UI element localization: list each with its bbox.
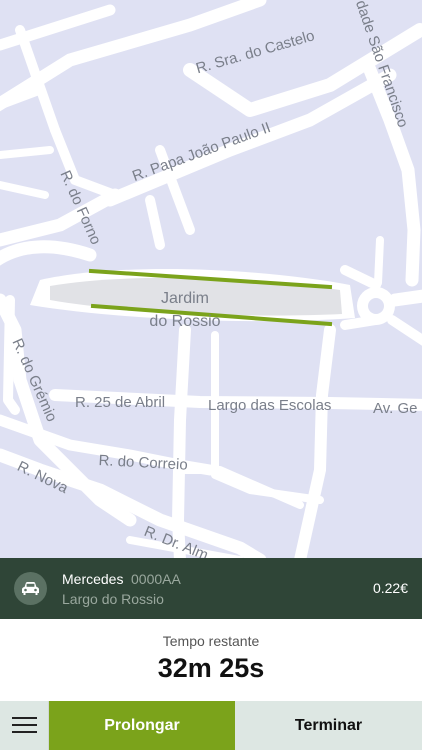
car-glyph [22, 582, 39, 595]
time-remaining-caption: Tempo restante [162, 633, 260, 649]
park-label-line1: Jardim [160, 290, 209, 307]
rental-info-bar[interactable]: Mercedes 0000AA Largo do Rossio 0.22€ [0, 558, 422, 619]
time-remaining-value: 32m 25s [157, 653, 265, 683]
vehicle-location: Largo do Rossio [62, 591, 164, 607]
time-remaining-panel: Tempo restante 32m 25s [0, 619, 422, 701]
action-bar: Prolongar Terminar [0, 701, 422, 750]
street-label: Largo das Escolas [208, 397, 332, 414]
map-roads [0, 0, 422, 558]
car-icon [14, 572, 47, 605]
finish-button[interactable]: Terminar [235, 701, 422, 750]
map-view[interactable]: R. Sra. do Castelo R. Papa João Paulo II… [0, 0, 422, 558]
menu-line [12, 717, 37, 719]
menu-line [12, 731, 37, 733]
street-label: Av. Ge [373, 400, 418, 417]
park-label: Jardim do Rossio [130, 287, 240, 333]
street-label: R. 25 de Abril [75, 394, 166, 411]
menu-line [12, 724, 37, 726]
park-label-line2: do Rossio [149, 313, 221, 330]
extend-button[interactable]: Prolongar [49, 701, 235, 750]
rental-price: 0.22€ [372, 580, 408, 596]
app-screen: R. Sra. do Castelo R. Papa João Paulo II… [0, 0, 422, 750]
hamburger-menu-icon[interactable] [0, 701, 49, 750]
vehicle-plate: 0000AA [131, 571, 181, 587]
vehicle-name: Mercedes [62, 571, 124, 587]
